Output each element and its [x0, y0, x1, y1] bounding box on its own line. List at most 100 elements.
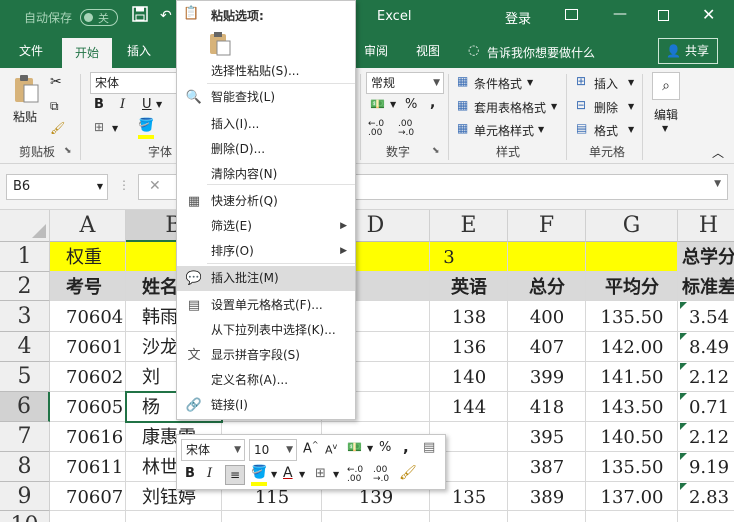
cell[interactable]: 136	[430, 335, 508, 361]
tab-file[interactable]: 文件	[10, 34, 52, 68]
row-header[interactable]: 6	[0, 392, 50, 422]
expand-formula-icon[interactable]: ▼	[714, 179, 721, 189]
cell[interactable]: 70604	[66, 304, 123, 331]
cell-styles-button[interactable]: 单元格样式	[474, 122, 534, 139]
more-options-icon[interactable]: ⋮	[118, 178, 130, 192]
column-header[interactable]: F	[508, 210, 586, 242]
number-launcher-icon[interactable]: ⬊	[432, 146, 440, 156]
cell[interactable]: 平均分	[586, 275, 678, 300]
cell[interactable]: 135.50	[586, 304, 678, 331]
row-header[interactable]: 7	[0, 422, 50, 452]
cell[interactable]: 70602	[66, 365, 123, 391]
cell[interactable]: 143.50	[586, 395, 678, 421]
tab-review[interactable]: 审阅	[356, 34, 396, 68]
cut-icon[interactable]: ✂	[50, 74, 62, 90]
cell[interactable]: 刘	[142, 365, 160, 391]
mini-percent-button[interactable]: %	[379, 440, 391, 455]
cell[interactable]: 399	[508, 365, 586, 391]
cell[interactable]: 70616	[66, 425, 123, 451]
format-painter-icon[interactable]: 🖌	[399, 465, 417, 481]
font-color-icon[interactable]: A	[283, 465, 293, 481]
row-header[interactable]: 2	[0, 272, 50, 301]
row-header[interactable]: 4	[0, 332, 50, 362]
format-cells-button[interactable]: 格式	[594, 122, 618, 139]
mini-bold-button[interactable]: B	[185, 466, 195, 481]
context-menu-item[interactable]: 文显示拼音字段(S)	[177, 343, 355, 368]
cell[interactable]: 140.50	[586, 425, 678, 451]
context-menu-item[interactable]: 选择性粘贴(S)...	[177, 59, 355, 84]
share-button[interactable]: 👤 共享	[658, 38, 718, 64]
paste-button-label[interactable]: 粘贴	[13, 108, 37, 125]
italic-button[interactable]: I	[120, 97, 125, 112]
cell[interactable]: 137.00	[586, 485, 678, 510]
search-icon[interactable]: ⌕	[652, 72, 680, 100]
cell[interactable]: 韩雨	[142, 304, 178, 331]
context-menu-item[interactable]: 删除(D)...	[177, 137, 355, 162]
paste-icon[interactable]	[12, 74, 40, 104]
decrease-decimal-icon[interactable]: .00 →.0	[398, 120, 414, 138]
editing-button[interactable]: 编辑	[654, 106, 678, 123]
mini-comma-button[interactable]: ,	[403, 438, 409, 456]
column-header[interactable]: H	[678, 210, 734, 242]
tab-insert[interactable]: 插入	[118, 34, 160, 68]
increase-font-icon[interactable]: A^	[303, 440, 319, 456]
border-dropdown-icon[interactable]: ▼	[112, 124, 118, 133]
name-box[interactable]: B6 ▼	[6, 174, 108, 200]
underline-dropdown-icon[interactable]: ▼	[156, 100, 162, 109]
delete-cells-button[interactable]: 删除	[594, 99, 618, 116]
context-menu-item[interactable]: 筛选(E) ▶	[177, 214, 355, 239]
decrease-decimal-icon[interactable]: .00 →.0	[373, 466, 389, 484]
cell[interactable]: 418	[508, 395, 586, 421]
copy-icon[interactable]: ⧉	[50, 99, 59, 114]
mini-italic-button[interactable]: I	[207, 466, 212, 481]
ribbon-display-icon[interactable]	[565, 9, 578, 20]
row-header[interactable]: 3	[0, 301, 50, 332]
column-header[interactable]: A	[50, 210, 126, 242]
cell[interactable]: 70607	[66, 485, 123, 510]
percent-button[interactable]: %	[405, 97, 417, 112]
format-as-table-button[interactable]: 套用表格格式	[474, 99, 546, 116]
context-menu-item[interactable]: 从下拉列表中选择(K)...	[177, 318, 355, 343]
border-icon[interactable]: ⊞	[94, 120, 104, 134]
cell[interactable]: 70605	[66, 395, 123, 421]
cell[interactable]: 考号	[66, 275, 102, 300]
font-name-combo[interactable]: 宋体	[90, 72, 178, 94]
cell[interactable]: 389	[508, 485, 586, 510]
cell[interactable]: 总学分	[678, 245, 734, 271]
conditional-format-button[interactable]: 条件格式	[474, 75, 522, 92]
paste-option-button[interactable]	[207, 31, 233, 57]
cell[interactable]: 沙龙	[142, 335, 178, 361]
tab-view[interactable]: 视图	[408, 34, 448, 68]
mini-fill-color-icon[interactable]: 🪣	[251, 465, 267, 480]
cell[interactable]: 140	[430, 365, 508, 391]
mini-font-combo[interactable]: 宋体 ▼	[181, 439, 245, 461]
accounting-format-icon[interactable]: 💵	[347, 440, 362, 454]
cell[interactable]: 70611	[66, 455, 123, 481]
format-cells-icon[interactable]: ▤	[423, 440, 435, 455]
accounting-dropdown-icon[interactable]: ▼	[390, 100, 396, 109]
login-link[interactable]: 登录	[505, 8, 531, 27]
align-center-icon[interactable]: ≡	[225, 465, 245, 485]
select-all-corner[interactable]	[0, 210, 50, 242]
cell[interactable]: 407	[508, 335, 586, 361]
cell[interactable]: 395	[508, 425, 586, 451]
save-icon[interactable]	[132, 6, 148, 26]
number-format-combo[interactable]: 常规 ▼	[366, 72, 444, 94]
row-header[interactable]: 5	[0, 362, 50, 392]
context-menu-item[interactable]: 🔍 智能查找(L)	[177, 85, 355, 110]
tell-me-box[interactable]: 告诉我你想要做什么	[487, 44, 595, 61]
accounting-format-icon[interactable]: 💵	[370, 97, 385, 111]
cell[interactable]: 135.50	[586, 455, 678, 481]
maximize-icon[interactable]	[658, 10, 669, 21]
cell[interactable]: 权重	[66, 245, 102, 271]
context-menu-item[interactable]: 定义名称(A)...	[177, 368, 355, 393]
border-icon[interactable]: ⊞	[315, 466, 326, 481]
clipboard-launcher-icon[interactable]: ⬊	[64, 146, 72, 156]
context-menu-item[interactable]: 清除内容(N)	[177, 162, 355, 187]
decrease-font-icon[interactable]: Av	[325, 442, 337, 457]
format-painter-icon[interactable]: 🖌	[50, 121, 65, 135]
close-icon[interactable]: ✕	[702, 5, 715, 24]
column-header[interactable]: G	[586, 210, 678, 242]
increase-decimal-icon[interactable]: ←.0.00	[368, 120, 384, 138]
context-menu-item[interactable]: 排序(O) ▶	[177, 239, 355, 264]
